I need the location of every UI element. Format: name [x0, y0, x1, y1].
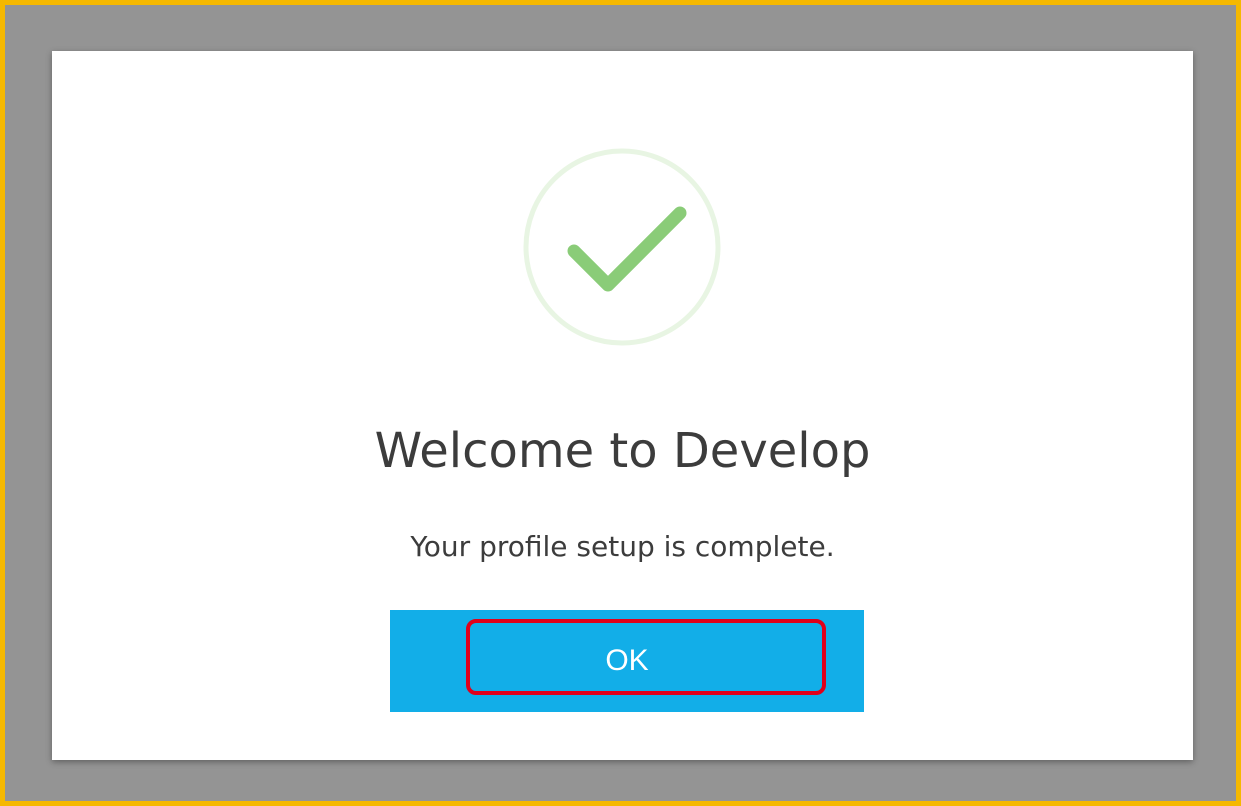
- screenshot-frame: Welcome to Develop Your profile setup is…: [0, 0, 1241, 806]
- dialog-message: Your profile setup is complete.: [410, 530, 835, 563]
- dialog-title: Welcome to Develop: [374, 423, 871, 479]
- ok-button-label: OK: [605, 644, 649, 677]
- check-circle-icon: [522, 147, 722, 347]
- ok-button[interactable]: OK: [390, 610, 864, 712]
- welcome-dialog: Welcome to Develop Your profile setup is…: [52, 51, 1193, 760]
